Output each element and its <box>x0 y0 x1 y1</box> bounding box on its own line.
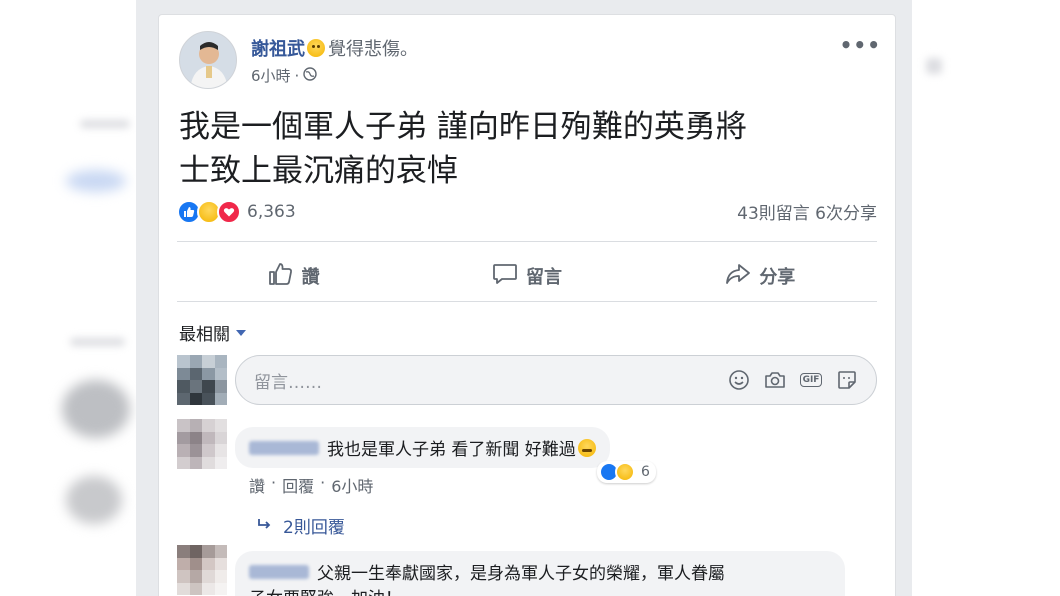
comment-reaction-count: 6 <box>641 464 650 480</box>
comment-reply-link[interactable]: 回覆 <box>282 473 314 497</box>
reply-arrow-icon <box>257 516 273 536</box>
love-reaction-icon <box>217 199 241 224</box>
divider <box>177 301 877 302</box>
comment-text: 子女要堅強，加油！ <box>249 584 402 596</box>
comment-meta: 讚 · 回覆 · 6小時 <box>249 473 373 497</box>
separator-dot: · <box>271 473 277 492</box>
sort-label: 最相關 <box>179 325 230 345</box>
share-arrow-icon <box>725 262 751 291</box>
comment-sort-dropdown[interactable]: 最相關 <box>179 320 246 345</box>
post-text-line: 士致上最沉痛的哀悼 <box>179 153 458 189</box>
blurred-right-column <box>912 0 1060 596</box>
commenter-avatar[interactable] <box>177 419 227 469</box>
author-row: 謝祖武 覺得悲傷。 <box>251 35 418 61</box>
comment-input[interactable]: 留言…… GIF <box>235 355 877 405</box>
blurred-left-column <box>0 0 136 596</box>
feeling-text: 覺得悲傷。 <box>328 39 418 60</box>
globe-icon[interactable] <box>303 66 318 85</box>
post-card: 謝祖武 覺得悲傷。 6小時 · ••• 我是一個軍人子弟 謹向昨日殉難的英勇將 … <box>158 14 896 596</box>
post-meta: 6小時 · <box>251 65 318 86</box>
commenter-name-blurred[interactable] <box>249 564 309 579</box>
divider <box>177 241 877 242</box>
separator-dot: · <box>294 66 300 85</box>
post-body: 我是一個軍人子弟 謹向昨日殉難的英勇將 士致上最沉痛的哀悼 <box>179 105 859 193</box>
separator-dot: · <box>320 473 326 492</box>
comment-input-placeholder: 留言…… <box>254 372 322 393</box>
comment-bubble: 我也是軍人子弟 看了新聞 好難過 <box>235 427 610 468</box>
caret-down-icon <box>236 329 246 336</box>
share-label: 分享 <box>759 267 796 288</box>
crying-face-icon <box>577 438 596 457</box>
comment-input-tools: GIF <box>728 369 858 391</box>
more-options-icon[interactable]: ••• <box>840 33 881 57</box>
comment-button[interactable]: 留言 <box>410 251 643 301</box>
current-user-avatar <box>177 355 227 405</box>
gif-icon[interactable]: GIF <box>799 369 823 391</box>
post-actions: 讚 留言 分享 <box>177 251 877 301</box>
camera-icon[interactable] <box>764 369 786 391</box>
reaction-count[interactable]: 6,363 <box>247 202 296 222</box>
commenter-name-blurred[interactable] <box>249 440 319 455</box>
sticker-icon[interactable] <box>836 369 858 391</box>
commenter-avatar[interactable] <box>177 545 227 595</box>
author-name[interactable]: 謝祖武 <box>251 35 305 61</box>
comment-like-link[interactable]: 讚 <box>249 473 265 497</box>
reaction-icons[interactable]: 6,363 <box>177 199 296 224</box>
comment-bubble: 父親一生奉獻國家，是身為軍人子女的榮耀，軍人眷屬 子女要堅強，加油！ <box>235 551 845 596</box>
comments-shares-count[interactable]: 43則留言 6次分享 <box>737 199 877 224</box>
comment-label: 留言 <box>525 267 562 288</box>
smiley-icon[interactable] <box>728 369 750 391</box>
comment-reactions[interactable]: 6 <box>597 461 656 483</box>
comment-text: 父親一生奉獻國家，是身為軍人子女的榮耀，軍人眷屬 <box>317 564 725 584</box>
sad-reaction-icon <box>615 462 635 482</box>
post-text-line: 我是一個軍人子弟 謹向昨日殉難的英勇將 <box>179 109 747 145</box>
comment-text: 我也是軍人子弟 看了新聞 好難過 <box>327 440 576 460</box>
replies-label: 2則回覆 <box>283 518 345 538</box>
comment-line: 父親一生奉獻國家，是身為軍人子女的榮耀，軍人眷屬 <box>249 559 725 584</box>
gif-label: GIF <box>799 373 823 387</box>
view-replies-link[interactable]: 2則回覆 <box>257 513 345 538</box>
like-label: 讚 <box>301 267 320 288</box>
share-button[interactable]: 分享 <box>644 251 877 301</box>
speech-bubble-icon <box>492 262 518 291</box>
sad-face-icon <box>307 39 325 57</box>
thumbs-up-icon <box>268 262 294 291</box>
author-avatar[interactable] <box>179 31 237 89</box>
comment-time[interactable]: 6小時 <box>331 473 373 497</box>
like-button[interactable]: 讚 <box>177 251 410 301</box>
post-time[interactable]: 6小時 <box>251 65 291 86</box>
reactions-summary: 6,363 43則留言 6次分享 <box>177 199 877 224</box>
